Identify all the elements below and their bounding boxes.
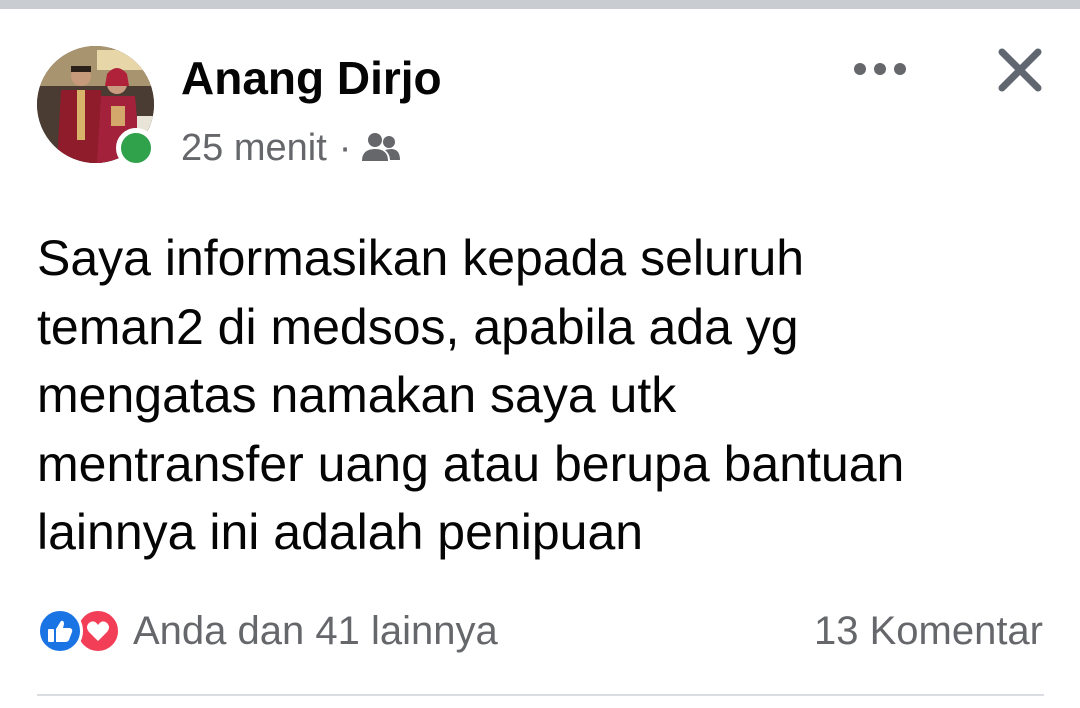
more-horizontal-icon <box>854 63 906 75</box>
author-name[interactable]: Anang Dirjo <box>181 50 442 106</box>
post-body: Saya informasikan kepada seluruh teman2 … <box>37 224 1047 567</box>
more-options-button[interactable] <box>852 52 908 86</box>
comments-count-link[interactable]: 13 Komentar <box>814 605 1043 657</box>
post-meta: 25 menit · <box>181 124 401 172</box>
close-button[interactable] <box>992 42 1048 98</box>
reactions-count-text: Anda dan 41 lainnya <box>133 608 498 653</box>
reactions-summary[interactable]: Anda dan 41 lainnya <box>37 605 498 657</box>
footer-divider <box>37 694 1044 696</box>
post-timestamp[interactable]: 25 menit <box>181 127 327 170</box>
post-text-line: mengatas namakan saya utk <box>37 367 677 423</box>
post-text-line: Saya informasikan kepada seluruh <box>37 230 805 286</box>
close-icon <box>998 48 1042 92</box>
friends-icon[interactable] <box>361 131 401 165</box>
post-text-line: teman2 di medsos, apabila ada yg <box>37 298 799 355</box>
post-text-line: mentransfer uang atau berupa bantuan <box>37 435 905 492</box>
post-text-line: lainnya ini adalah penipuan <box>37 504 644 560</box>
online-status-dot <box>116 128 156 168</box>
meta-separator: · <box>338 126 352 169</box>
top-edge-strip <box>0 0 1080 9</box>
like-icon <box>37 608 83 654</box>
